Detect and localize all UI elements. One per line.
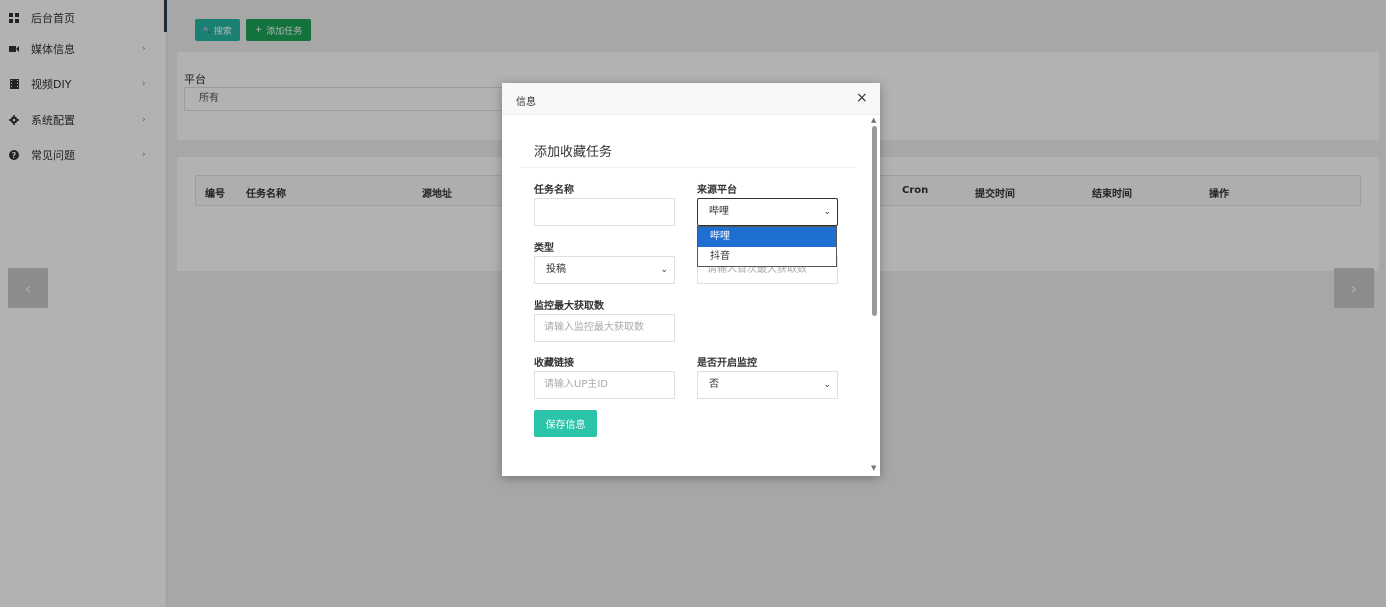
enable-monitor-select[interactable]: 否 ⌄: [697, 371, 838, 399]
type-value: 投稿: [546, 264, 566, 275]
source-platform-value: 哔哩: [709, 206, 729, 217]
add-task-modal: 信息 × 添加收藏任务 任务名称 来源平台 哔哩 ⌄ 类型 投稿 ⌄ 请输入首次…: [502, 83, 880, 476]
modal-title: 信息: [516, 97, 536, 108]
form-heading: 添加收藏任务: [534, 145, 613, 160]
modal-header: 信息 ×: [502, 83, 880, 115]
favorite-link-label: 收藏链接: [534, 358, 574, 369]
type-label: 类型: [534, 243, 554, 254]
source-platform-label: 来源平台: [697, 185, 737, 196]
enable-monitor-value: 否: [709, 379, 719, 390]
source-platform-select[interactable]: 哔哩 ⌄: [697, 198, 838, 226]
type-select[interactable]: 投稿 ⌄: [534, 256, 675, 284]
scroll-down-icon[interactable]: ▼: [871, 464, 876, 472]
task-name-label: 任务名称: [534, 185, 574, 196]
enable-monitor-label: 是否开启监控: [697, 358, 757, 369]
dropdown-option-douyin[interactable]: 抖音: [698, 247, 836, 267]
scrollbar-thumb[interactable]: [872, 126, 877, 316]
task-name-input[interactable]: [534, 198, 675, 226]
monitor-max-label: 监控最大获取数: [534, 301, 604, 312]
scroll-up-icon[interactable]: ▲: [871, 116, 876, 124]
source-platform-dropdown: 哔哩 抖音: [697, 226, 837, 267]
save-button[interactable]: 保存信息: [534, 410, 597, 437]
monitor-max-input[interactable]: 请输入监控最大获取数: [534, 314, 675, 342]
dropdown-option-bilibili[interactable]: 哔哩: [698, 227, 836, 247]
close-icon[interactable]: ×: [856, 90, 868, 106]
chevron-down-icon: ⌄: [660, 265, 668, 275]
chevron-down-icon: ⌄: [823, 380, 831, 390]
divider: [520, 167, 856, 168]
favorite-link-input[interactable]: 请输入UP主ID: [534, 371, 675, 399]
chevron-down-icon: ⌄: [823, 207, 831, 217]
